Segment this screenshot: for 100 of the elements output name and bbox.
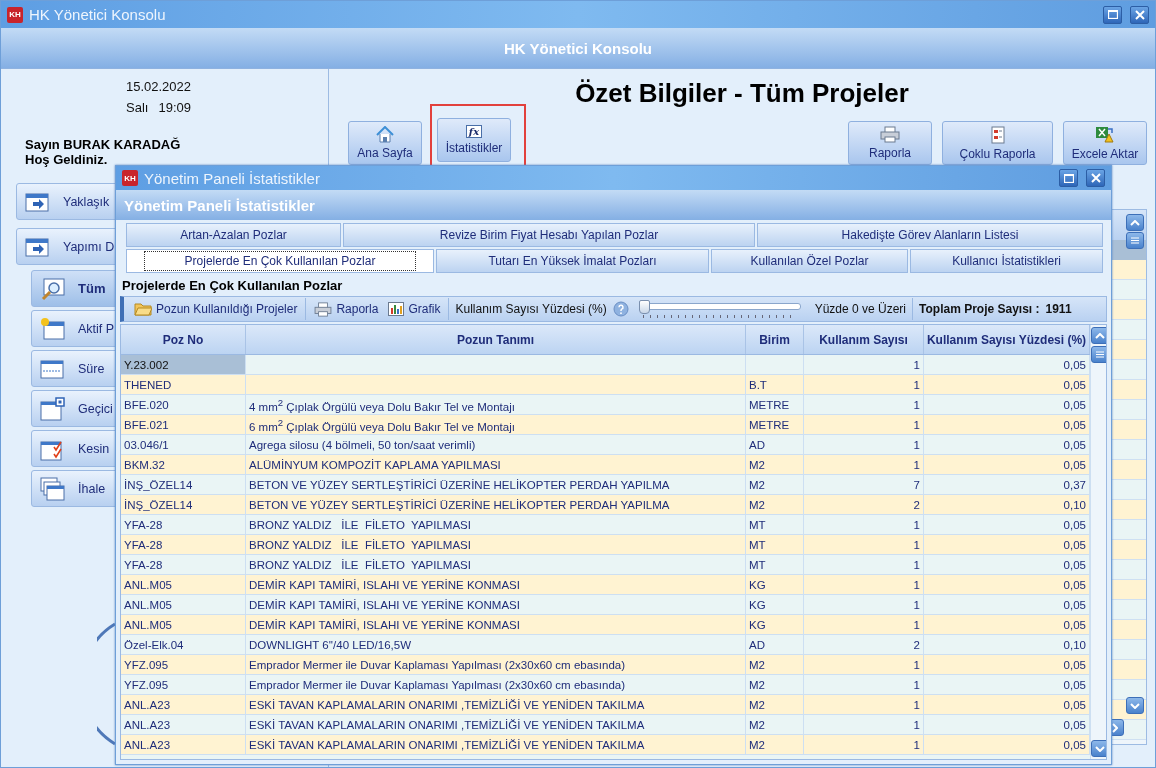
table-cell: 0,05: [1063, 358, 1086, 371]
table-cell: METRE: [749, 418, 790, 431]
table-cell: YFA-28: [124, 518, 163, 531]
tab[interactable]: Kullanılan Özel Pozlar: [711, 249, 908, 273]
table-cell: İNŞ_ÖZEL14: [124, 478, 193, 491]
table-cell: 1: [913, 458, 920, 471]
window-icon: [40, 357, 66, 380]
toolbar-button[interactable]: Raporla: [848, 121, 932, 165]
tab[interactable]: Projelerde En Çok Kullanılan Pozlar: [126, 249, 434, 273]
page-title: Özet Bilgiler - Tüm Projeler: [574, 77, 910, 110]
table-cell: M2: [749, 718, 765, 731]
close-button[interactable]: [1086, 169, 1105, 187]
table-cell: DEMİR KAPI TAMİRİ, ISLAHI VE YERİNE KONMASI: [249, 618, 520, 631]
table-cell: 0,10: [1063, 498, 1086, 511]
table-cell: 7: [913, 478, 920, 491]
table-cell: ANL.M05: [124, 578, 172, 591]
column-header[interactable]: Birim: [746, 325, 804, 354]
table-cell: 0,05: [1063, 458, 1086, 471]
home-icon: [376, 126, 394, 143]
toolbar-button[interactable]: Grafik: [386, 302, 443, 316]
magnifier-icon: [40, 276, 66, 301]
dialog-title: Yönetim Paneli İstatistikler: [144, 169, 320, 187]
table-cell: ALÜMİNYUM KOMPOZİT KAPLAMA YAPILMASI: [249, 458, 501, 471]
table-cell: M2: [749, 658, 765, 671]
toolbar-button[interactable]: Excele Aktar: [1063, 121, 1147, 165]
table-cell: 1: [913, 518, 920, 531]
tab[interactable]: Kullanıcı İstatistikleri: [910, 249, 1103, 273]
report-icon: [989, 125, 1006, 144]
tab[interactable]: Revize Birim Fiyat Hesabı Yapılan Pozlar: [343, 223, 755, 247]
table-cell: 0,05: [1063, 598, 1086, 611]
table-cell: 2: [913, 638, 920, 651]
table-cell: ESKİ TAVAN KAPLAMALARIN ONARIMI ,TEMİZLİĞİ VE YENİDEN TAKILMA: [249, 698, 645, 711]
maximize-button[interactable]: [1059, 169, 1078, 187]
function-icon: fx: [465, 125, 483, 138]
table-cell: ANL.A23: [124, 738, 171, 751]
scroll-up-button[interactable]: [1091, 327, 1106, 344]
table-cell: 1: [913, 738, 920, 751]
tab[interactable]: Tutarı En Yüksek İmalat Pozları: [436, 249, 709, 273]
table-cell: THENED: [124, 378, 172, 391]
table-cell: AD: [749, 638, 765, 651]
slider-thumb[interactable]: [638, 300, 650, 314]
tab[interactable]: Hakedişte Görev Alanların Listesi: [757, 223, 1103, 247]
scroll-down-button[interactable]: [1091, 740, 1106, 757]
table-cell: 0,05: [1063, 738, 1086, 751]
maximize-icon: [1063, 173, 1074, 183]
table-cell: KG: [749, 598, 766, 611]
scrollbar-thumb[interactable]: [1091, 346, 1106, 363]
table-cell: 0,05: [1063, 418, 1086, 431]
toolbar-button[interactable]: Çoklu Raporla: [942, 121, 1053, 165]
table-cell: M2: [749, 698, 765, 711]
table-cell: ESKİ TAVAN KAPLAMALARIN ONARIMI ,TEMİZLİĞİ VE YENİDEN TAKILMA: [249, 718, 645, 731]
table-cell: 1: [913, 378, 920, 391]
table-cell: 0,05: [1063, 658, 1086, 671]
scrollbar-thumb[interactable]: [1126, 232, 1144, 249]
printer-icon: [880, 126, 900, 143]
slider-reading: Yüzde 0 ve Üzeri: [814, 302, 907, 316]
table-cell: YFA-28: [124, 538, 163, 551]
table-cell: 2: [913, 498, 920, 511]
welcome-text: Hoş Geldiniz.: [25, 152, 109, 167]
table-cell: BKM.32: [124, 458, 165, 471]
dialog-header: Yönetim Paneli İstatistikler: [124, 196, 315, 214]
scroll-up-button[interactable]: [1126, 214, 1144, 231]
column-header[interactable]: Pozun Tanımı: [246, 325, 746, 354]
statistics-button[interactable]: fx İstatistikler: [437, 118, 511, 162]
home-button[interactable]: Ana Sayfa: [348, 121, 422, 165]
app-icon: KH: [7, 6, 23, 23]
table-cell: BFE.021: [124, 418, 169, 431]
table-cell: 1: [913, 698, 920, 711]
percent-slider[interactable]: [638, 300, 801, 318]
table-cell: DOWNLIGHT 6''/40 LED/16,5W: [249, 638, 412, 651]
table-cell: 1: [913, 658, 920, 671]
toolbar-button[interactable]: Raporla: [312, 301, 381, 317]
table-cell: 0,05: [1063, 398, 1086, 411]
chevron-down-icon: [1130, 702, 1140, 709]
grip-icon: [1095, 351, 1105, 358]
total-label: Toplam Proje Sayısı :: [919, 302, 1040, 316]
table-cell: 0,05: [1063, 678, 1086, 691]
table-cell: B.T: [749, 378, 767, 391]
table-cell: ANL.M05: [124, 598, 172, 611]
percent-label: Kullanım Sayısı Yüzdesi (%): [455, 302, 607, 316]
table-cell: 1: [913, 718, 920, 731]
excel-export-icon: [1095, 125, 1115, 144]
table-cell: 0,05: [1063, 558, 1086, 571]
table-cell: BETON VE YÜZEY SERTLEŞTİRİCİ ÜZERİNE HELİKOPTER PERDAH YAPILMA: [249, 478, 670, 491]
close-button[interactable]: [1130, 5, 1149, 24]
tab[interactable]: Artan-Azalan Pozlar: [126, 223, 341, 247]
column-header[interactable]: Poz No: [121, 325, 246, 354]
table-cell: MT: [749, 558, 766, 571]
scroll-down-button[interactable]: [1126, 697, 1144, 714]
table-cell: Y.23.002: [124, 358, 169, 371]
table-cell: BRONZ YALDIZ İLE FİLETO YAPILMASI: [249, 518, 471, 531]
table-cell: ANL.A23: [124, 698, 171, 711]
help-icon[interactable]: [612, 301, 629, 317]
bar-chart-icon: [388, 302, 405, 316]
column-header[interactable]: Kullanım Sayısı: [804, 325, 924, 354]
day-text: Salı: [126, 100, 149, 115]
table-cell: 0,05: [1063, 618, 1086, 631]
maximize-button[interactable]: [1103, 5, 1122, 24]
grip-icon: [1130, 237, 1140, 244]
toolbar-button[interactable]: Pozun Kullanıldığı Projeler: [132, 302, 300, 316]
